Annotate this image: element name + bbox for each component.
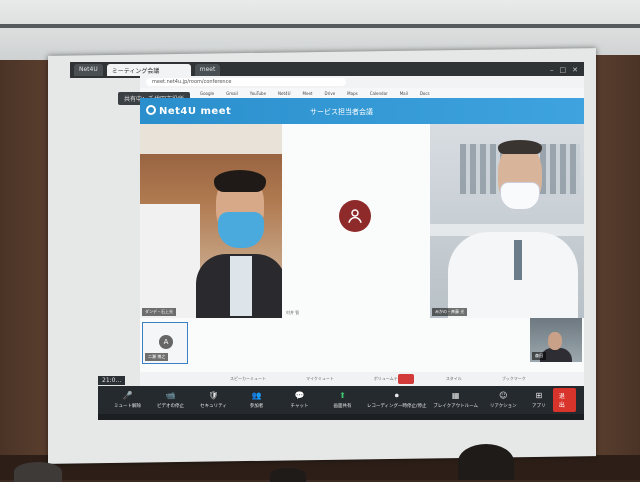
participants-button[interactable]: 👥 参加者 bbox=[235, 391, 278, 409]
self-view-thumbnail[interactable]: 森田 bbox=[530, 318, 582, 362]
close-icon[interactable]: ✕ bbox=[572, 66, 578, 74]
bookmark-item[interactable]: Net4U bbox=[278, 91, 291, 96]
meeting-title: サービス担当者会議 bbox=[310, 108, 373, 116]
browser-tab-active[interactable]: ミーティング会議 bbox=[106, 64, 191, 76]
breakout-icon: ▦ bbox=[451, 391, 460, 400]
participant-thumbnail-left[interactable]: A 二瀬 博之 bbox=[142, 322, 188, 364]
mic-mute-option[interactable]: マイクミュート bbox=[306, 376, 334, 382]
bookmarks-bar: Google Gmail YouTube Net4U Meet Drive Ma… bbox=[140, 88, 584, 98]
address-bar[interactable]: meet.net4u.jp/room/conference bbox=[146, 78, 346, 86]
audience-head bbox=[14, 462, 62, 482]
speaker-mute-option[interactable]: スピーカーミュート bbox=[230, 376, 266, 382]
bookmark-item[interactable]: Drive bbox=[325, 91, 336, 96]
room-wall-right bbox=[592, 55, 640, 480]
participant-name-label: 二瀬 博之 bbox=[145, 353, 169, 361]
camera-icon: 📹 bbox=[165, 391, 176, 400]
record-icon: ⏺ bbox=[394, 391, 399, 400]
bookmark-item[interactable]: Docs bbox=[420, 91, 430, 96]
bookmark-option[interactable]: ブックマーク bbox=[502, 376, 526, 382]
participant-name-label: みかの・斉藤 光 bbox=[432, 308, 468, 316]
audio-options-strip: スピーカーミュート マイクミュート ボリュームテスト スタイル ブックマーク bbox=[140, 372, 584, 386]
browser-tab[interactable]: meet bbox=[194, 64, 221, 76]
meeting-footer bbox=[98, 414, 584, 420]
bookmark-item[interactable]: Mail bbox=[400, 91, 408, 96]
reactions-button[interactable]: ☺ リアクション bbox=[482, 391, 525, 409]
bookmark-item[interactable]: YouTube bbox=[250, 91, 266, 96]
chat-button[interactable]: 💬 チャット bbox=[278, 391, 321, 409]
browser-toolbar: meet.net4u.jp/room/conference bbox=[140, 76, 584, 88]
stop-video-button[interactable]: 📹 ビデオの停止 bbox=[149, 391, 192, 409]
audience-head bbox=[458, 444, 514, 480]
security-button[interactable]: 🛡 セキュリティ bbox=[192, 391, 235, 409]
bookmark-item[interactable]: Maps bbox=[347, 91, 358, 96]
bookmark-item[interactable]: Meet bbox=[303, 91, 313, 96]
avatar: A bbox=[159, 335, 173, 349]
apps-icon: ⊞ bbox=[535, 391, 543, 400]
mute-button[interactable]: 🎤 ミュート解除 bbox=[106, 391, 149, 409]
room-wall-left bbox=[0, 60, 50, 480]
user-avatar-icon[interactable] bbox=[339, 200, 371, 232]
participant-name-label: ダンデ・石上光 bbox=[142, 308, 176, 316]
minimize-icon[interactable]: – bbox=[550, 66, 554, 74]
window-controls: – □ ✕ bbox=[550, 66, 584, 74]
maximize-icon[interactable]: □ bbox=[560, 66, 567, 74]
style-option[interactable]: スタイル bbox=[446, 376, 462, 382]
browser-tab[interactable]: Net4U bbox=[74, 64, 103, 76]
apps-button[interactable]: ⊞ アプリ bbox=[525, 391, 553, 409]
mic-icon: 🎤 bbox=[122, 391, 133, 400]
share-screen-button[interactable]: ⬆ 画面共有 bbox=[321, 391, 364, 409]
security-icon: 🛡 bbox=[208, 391, 219, 400]
logo-icon bbox=[146, 105, 156, 115]
meeting-controls-bar: 🎤 ミュート解除 📹 ビデオの停止 🛡 セキュリティ 👥 参加者 💬 チャット … bbox=[98, 386, 584, 414]
recording-button[interactable]: ⏺ レコーディング一時停止/停止 bbox=[364, 391, 429, 409]
video-stage: ダンデ・石上光 村井 智 みかの・斉藤 光 A 二瀬 博之 森田 スピーカーミュ… bbox=[140, 124, 584, 386]
participant-name-label: 森田 bbox=[532, 352, 546, 360]
participant-name-label: 村井 智 bbox=[286, 310, 300, 315]
share-screen-icon: ⬆ bbox=[339, 391, 346, 400]
bookmark-item[interactable]: Calendar bbox=[370, 91, 388, 96]
breakout-rooms-button[interactable]: ▦ ブレイクアウトルーム bbox=[429, 391, 481, 409]
ceiling-beam bbox=[0, 24, 640, 28]
app-logo: Net4U meet bbox=[146, 105, 231, 117]
chat-icon: 💬 bbox=[294, 391, 305, 400]
recording-indicator[interactable] bbox=[398, 374, 414, 384]
leave-meeting-button[interactable]: 退出 bbox=[552, 388, 577, 412]
meeting-timer: 21:0… bbox=[98, 376, 126, 385]
participant-video-left[interactable]: ダンデ・石上光 bbox=[140, 124, 282, 318]
reaction-icon: ☺ bbox=[499, 391, 508, 400]
bookmark-item[interactable]: Google bbox=[200, 91, 214, 96]
participants-icon: 👥 bbox=[251, 391, 262, 400]
meeting-app-header: Net4U meet サービス担当者会議 bbox=[140, 98, 584, 124]
bookmark-item[interactable]: Gmail bbox=[226, 91, 238, 96]
participant-video-right[interactable]: みかの・斉藤 光 bbox=[430, 124, 584, 318]
